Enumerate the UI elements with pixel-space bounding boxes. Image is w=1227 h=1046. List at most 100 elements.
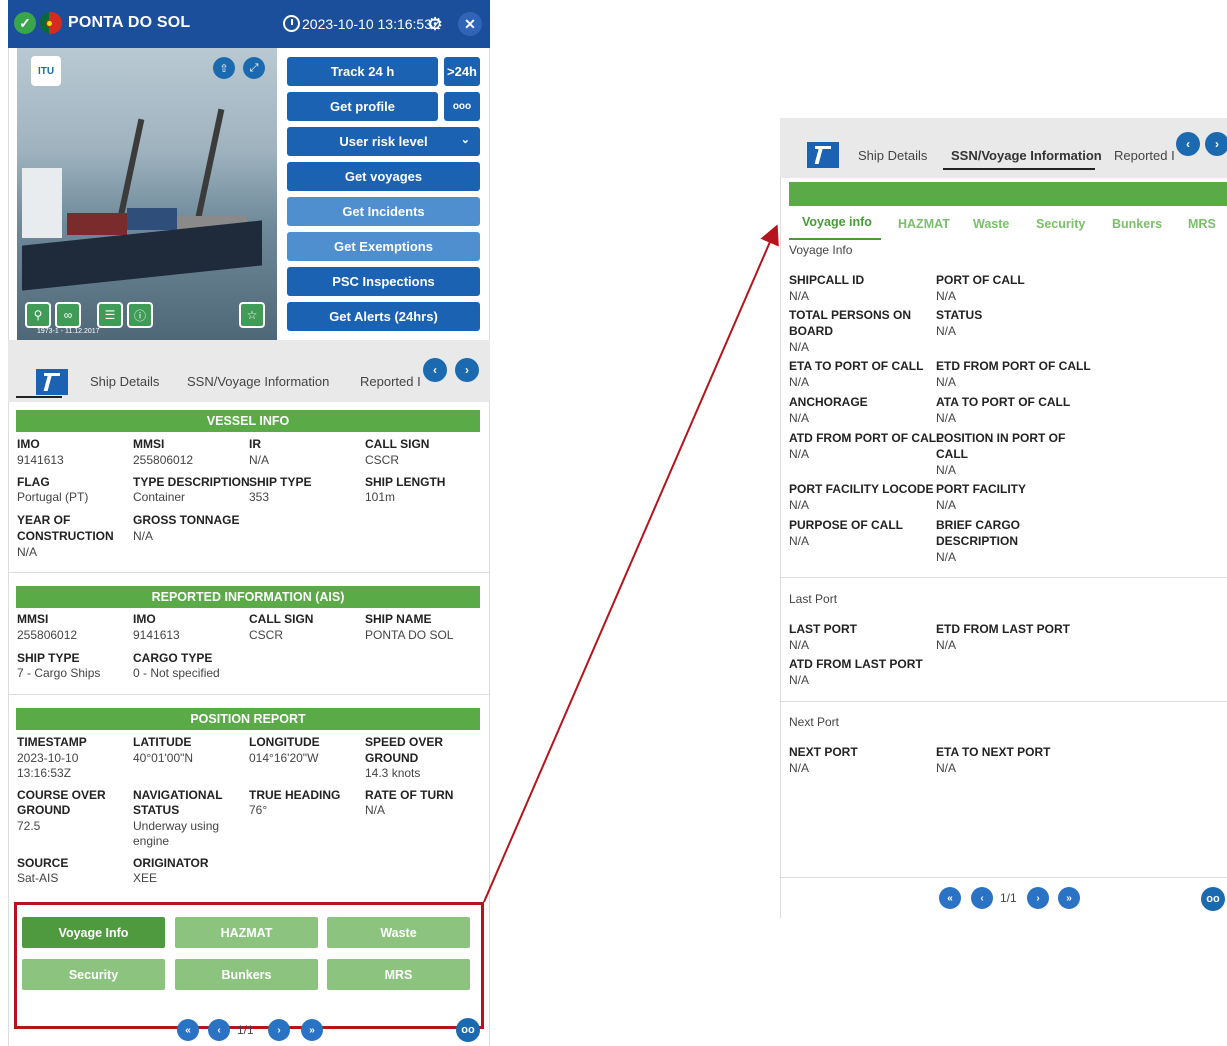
expand-icon[interactable]: ⤢ (243, 57, 265, 79)
divider (780, 701, 1227, 702)
check-icon: ✓ (14, 12, 36, 34)
atd-port-value: N/A (789, 447, 810, 461)
prev-page-icon[interactable]: ‹ (971, 887, 993, 909)
ais-call-sign-value: CSCR (249, 628, 284, 642)
track-24h-button[interactable]: Track 24 h (287, 57, 438, 86)
originator-label: ORIGINATOR (133, 856, 209, 870)
first-page-icon[interactable]: « (177, 1019, 199, 1041)
year-construction-value: N/A (17, 545, 38, 559)
atd-last-port-label: ATD FROM LAST PORT (789, 657, 923, 671)
profile-more-button[interactable]: ooo (444, 92, 480, 121)
portugal-flag-icon (40, 12, 62, 34)
hazmat-button[interactable]: HAZMAT (175, 917, 318, 948)
last-port-title: Last Port (789, 592, 838, 606)
shipcall-id-label: SHIPCALL ID (789, 273, 865, 287)
document-icon[interactable]: ☰ (97, 302, 123, 328)
last-page-icon[interactable]: » (301, 1019, 323, 1041)
flag-label: FLAG (17, 475, 50, 489)
get-exemptions-button[interactable]: Get Exemptions (287, 232, 480, 261)
next-page-icon[interactable]: › (1027, 887, 1049, 909)
voyage-green-bar (789, 182, 1227, 206)
next-page-icon[interactable]: › (268, 1019, 290, 1041)
user-risk-level-select[interactable]: User risk level ⌄ (287, 127, 480, 156)
link-icon[interactable]: ∞ (55, 302, 81, 328)
upload-icon[interactable]: ⇧ (213, 57, 235, 79)
tab-ssn-voyage[interactable]: SSN/Voyage Information (187, 374, 329, 389)
tab-ship-details[interactable]: Ship Details (90, 374, 159, 389)
tab-reported[interactable]: Reported I (1114, 148, 1175, 163)
ais-cargo-type-label: CARGO TYPE (133, 651, 213, 665)
purpose-label: PURPOSE OF CALL (789, 518, 904, 532)
divider (780, 577, 1227, 578)
position-port-value: N/A (936, 463, 957, 477)
source-label: SOURCE (17, 856, 69, 870)
ais-mmsi-label: MMSI (17, 612, 49, 626)
active-subtab-underline (789, 238, 881, 240)
nav-status-value: Underway using (133, 819, 220, 833)
bunkers-button[interactable]: Bunkers (175, 959, 318, 990)
get-alerts-button[interactable]: Get Alerts (24hrs) (287, 302, 480, 331)
security-button[interactable]: Security (22, 959, 165, 990)
ais-imo-value: 9141613 (133, 628, 180, 642)
position-port-label-2: CALL (936, 447, 968, 461)
divider (780, 877, 1227, 878)
emsa-logo-icon (807, 142, 839, 168)
ais-imo-label: IMO (133, 612, 156, 626)
voyage-info-button[interactable]: Voyage Info (22, 917, 165, 948)
subtab-bunkers[interactable]: Bunkers (1112, 217, 1162, 231)
longitude-label: LONGITUDE (249, 735, 320, 749)
port-facility-value: N/A (936, 498, 957, 512)
atd-last-port-value: N/A (789, 673, 810, 687)
tab-reported[interactable]: Reported I (360, 374, 421, 389)
ais-ship-name-label: SHIP NAME (365, 612, 432, 626)
waste-button[interactable]: Waste (327, 917, 470, 948)
antenna-icon[interactable]: ⚲ (25, 302, 51, 328)
gear-icon[interactable]: ⚙ (427, 14, 443, 35)
course-label: COURSE OVER (17, 788, 106, 802)
port-facility-label: PORT FACILITY (936, 482, 1026, 496)
subtab-voyage-info[interactable]: Voyage info (802, 215, 872, 229)
mrs-button[interactable]: MRS (327, 959, 470, 990)
tab-next-icon[interactable]: › (455, 358, 479, 382)
tab-prev-icon[interactable]: ‹ (1176, 132, 1200, 156)
tab-ship-details[interactable]: Ship Details (858, 148, 927, 163)
subtab-waste[interactable]: Waste (973, 217, 1009, 231)
divider (8, 572, 490, 573)
vessel-info-header: VESSEL INFO (16, 410, 480, 432)
subtab-mrs[interactable]: MRS (1188, 217, 1216, 231)
tab-ssn-voyage[interactable]: SSN/Voyage Information (951, 148, 1102, 163)
subtab-security[interactable]: Security (1036, 217, 1085, 231)
prev-page-icon[interactable]: ‹ (208, 1019, 230, 1041)
ship-name-title: PONTA DO SOL (68, 14, 191, 31)
psc-inspections-button[interactable]: PSC Inspections (287, 267, 480, 296)
page-indicator: 1/1 (237, 1023, 254, 1037)
etd-port-value: N/A (936, 375, 957, 389)
shipcall-id-value: N/A (789, 289, 810, 303)
get-voyages-button[interactable]: Get voyages (287, 162, 480, 191)
mmsi-label: MMSI (133, 437, 165, 451)
subtab-hazmat[interactable]: HAZMAT (898, 217, 950, 231)
binoculars-icon[interactable]: oo (456, 1018, 480, 1042)
track-more-button[interactable]: >24h (444, 57, 480, 86)
first-page-icon[interactable]: « (939, 887, 961, 909)
binoculars-icon[interactable]: oo (1201, 887, 1225, 911)
flag-value: Portugal (PT) (17, 490, 89, 504)
ais-mmsi-value: 255806012 (17, 628, 78, 642)
cargo-description-label-2: DESCRIPTION (936, 534, 1019, 548)
eta-next-port-value: N/A (936, 761, 957, 775)
next-port-title: Next Port (789, 715, 840, 729)
tab-prev-icon[interactable]: ‹ (423, 358, 447, 382)
divider (8, 694, 490, 695)
tab-next-icon[interactable]: › (1205, 132, 1227, 156)
etd-last-port-value: N/A (936, 638, 957, 652)
last-page-icon[interactable]: » (1058, 887, 1080, 909)
header-timestamp: 2023-10-10 13:16:53Z (302, 16, 441, 32)
last-port-value: N/A (789, 638, 810, 652)
get-profile-button[interactable]: Get profile (287, 92, 438, 121)
get-incidents-button[interactable]: Get Incidents (287, 197, 480, 226)
source-value: Sat-AIS (17, 871, 59, 885)
star-icon[interactable]: ☆ (239, 302, 265, 328)
close-icon[interactable]: ✕ (458, 12, 482, 36)
ir-value: N/A (249, 453, 270, 467)
info-card-icon[interactable]: ⓘ (127, 302, 153, 328)
